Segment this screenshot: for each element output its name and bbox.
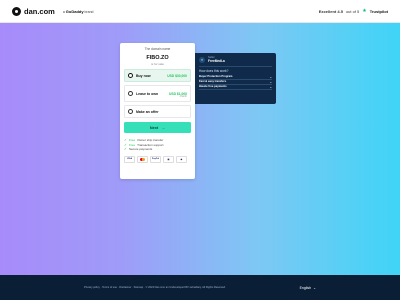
chevron-down-icon: ⌄ — [269, 79, 272, 84]
bank-icon: ▦ — [163, 155, 174, 163]
arrow-right-icon: → — [161, 125, 166, 130]
radio-offer[interactable] — [128, 109, 133, 114]
option-label: Make an offer — [136, 109, 159, 114]
brand-by: a GoDaddy brand — [63, 9, 94, 14]
feature-item: ✓ Secure payments — [124, 147, 191, 152]
partner-suffix: brand — [84, 9, 94, 14]
accordion-label: Buyer Protection Program — [199, 75, 233, 78]
seller-name: FreeMedLa — [208, 59, 225, 63]
check-icon: ✓ — [124, 138, 127, 143]
domain-label: The domain name — [144, 47, 171, 51]
mastercard-icon — [137, 155, 148, 163]
feature-text: Secure payments — [128, 147, 153, 152]
option-lease-to-own[interactable]: Lease to own USD $1,000 /month — [124, 85, 191, 102]
option-buy-now[interactable]: Buy now USD $30,000 — [124, 69, 191, 82]
card-header: The domain name FIBO.ZO is for sale — [124, 47, 191, 66]
feature-highlight: Free — [128, 138, 136, 143]
domain-name: FIBO.ZO — [146, 55, 169, 61]
crypto-icon: ◉ — [176, 155, 187, 163]
radio-buy-now[interactable] — [128, 73, 133, 78]
domain-status: is for sale — [151, 62, 164, 66]
option-make-offer[interactable]: Make an offer — [124, 105, 191, 118]
radio-lease[interactable] — [128, 91, 133, 96]
feature-text: Owner ship transfer — [137, 138, 164, 143]
top-bar: dan.com a GoDaddy brand Excellent 4.5 ou… — [0, 0, 400, 23]
payment-methods: VISA PayPal ▦ ◉ — [124, 155, 191, 163]
trustpilot-star-icon: ★ — [362, 8, 367, 14]
chevron-down-icon: ⌄ — [269, 84, 272, 89]
brand-logo[interactable]: dan.com a GoDaddy brand — [12, 6, 94, 16]
accordion-hassle-free-payments[interactable]: Hassle free payments ⌄ — [199, 85, 272, 90]
check-icon: ✓ — [124, 142, 127, 147]
chevron-down-icon: ⌄ — [269, 74, 272, 79]
accordion-label: Hassle free payments — [199, 85, 227, 88]
option-label: Lease to own — [136, 91, 159, 96]
rating-outof: out of 5 — [345, 8, 360, 14]
feature-text: Transaction support — [137, 142, 164, 147]
feature-highlight: Free — [128, 142, 136, 147]
check-icon: ✓ — [124, 147, 127, 152]
accordion-label: Fast & easy transfers — [199, 80, 227, 83]
language-label: English — [299, 285, 312, 290]
footer: Privacy policy · Terms of use · Disclaim… — [0, 275, 400, 300]
chevron-down-icon: ⌄ — [313, 285, 316, 290]
footer-links[interactable]: Privacy policy · Terms of use · Disclaim… — [84, 286, 226, 289]
language-selector[interactable]: English ⌄ — [300, 286, 316, 290]
brand-by-text: a — [62, 9, 65, 14]
trustpilot-name: Trustpilot — [369, 8, 388, 14]
how-it-works-title: How does this work? — [199, 68, 229, 73]
next-button-label: Next — [149, 125, 159, 130]
seller-avatar-icon: ✦ — [199, 56, 205, 63]
seller-info: ✦ Seller FreeMedLa — [199, 56, 272, 63]
divider — [199, 66, 272, 67]
dan-logo-icon — [12, 6, 21, 16]
trustpilot-rating[interactable]: Excellent 4.5 out of 5 ★ Trustpilot — [319, 8, 388, 14]
feature-list: ✓ Free Owner ship transfer ✓ Free Transa… — [124, 138, 191, 152]
option-price: USD $30,000 — [167, 73, 187, 78]
option-price-period: /month — [179, 94, 187, 98]
paypal-icon: PayPal — [150, 155, 161, 163]
option-label: Buy now — [136, 73, 151, 78]
brand-name: dan.com — [24, 6, 55, 16]
purchase-card: The domain name FIBO.ZO is for sale Buy … — [120, 43, 195, 179]
next-button[interactable]: Next → — [124, 122, 191, 133]
partner-name: GoDaddy — [65, 8, 84, 14]
visa-icon: VISA — [124, 155, 135, 163]
seller-panel: ✦ Seller FreeMedLa How does this work? B… — [195, 53, 276, 104]
rating-label: Excellent 4.5 — [318, 8, 343, 14]
